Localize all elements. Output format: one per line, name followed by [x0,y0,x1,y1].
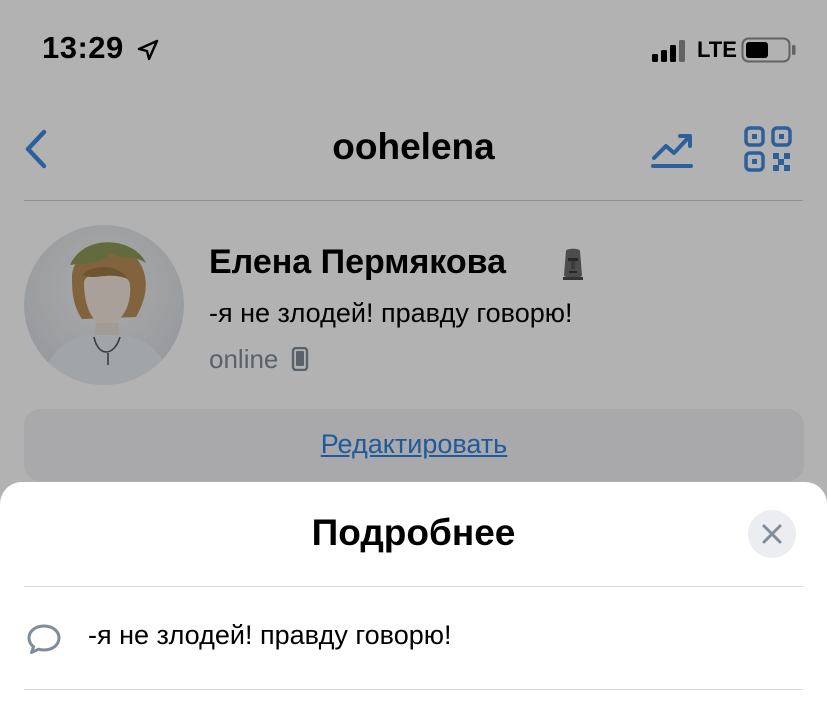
details-bottom-sheet: Подробнее -я не злодей! правду говорю! [0,482,827,723]
sheet-divider [24,689,803,690]
comment-bubble-icon [26,623,62,660]
sheet-divider [24,586,803,587]
sheet-title: Подробнее [311,512,516,553]
close-icon [762,524,782,544]
profile-screen: 13:29 LTE oohelena Елена Пермякова -я не… [0,0,827,723]
status-row-text: -я не злодей! правду говорю! [88,620,452,650]
close-button[interactable] [748,510,796,558]
status-detail-row: -я не злодей! правду говорю! [24,612,804,662]
